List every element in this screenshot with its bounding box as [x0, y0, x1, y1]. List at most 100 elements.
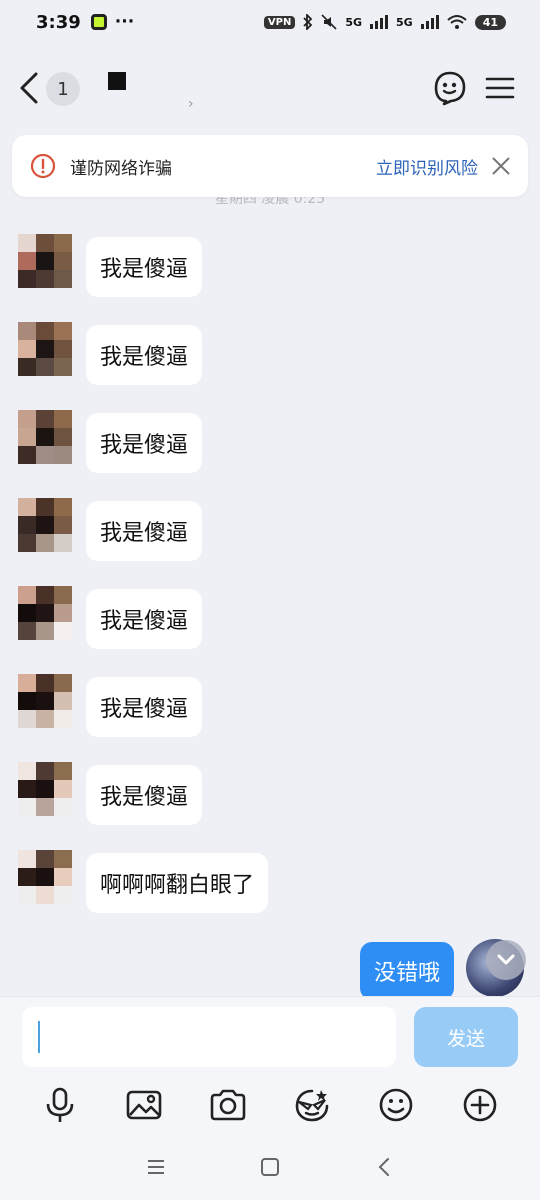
composer: 发送	[0, 996, 540, 1200]
message-input[interactable]	[22, 1007, 396, 1067]
back-icon[interactable]	[16, 70, 44, 106]
avatar-pixel	[54, 410, 72, 428]
avatar-pixel	[18, 358, 36, 376]
status-icons: VPN 5G 5G 41	[263, 14, 506, 30]
avatar-pixel	[36, 516, 54, 534]
avatar-pixel	[54, 234, 72, 252]
message-row: 我是傻逼	[18, 762, 203, 825]
message-bubble[interactable]: 我是傻逼	[86, 325, 203, 385]
message-row: 啊啊啊翻白眼了	[18, 850, 269, 913]
battery-icon: 41	[474, 14, 506, 30]
face-icon[interactable]	[432, 70, 468, 106]
signal-icon-2	[420, 15, 439, 29]
avatar-pixel	[18, 428, 36, 446]
message-row: 我是傻逼	[18, 674, 203, 737]
avatar-pixel	[18, 798, 36, 816]
message-bubble[interactable]: 我是傻逼	[86, 765, 203, 825]
more-notifications: ···	[114, 12, 135, 32]
avatar-pixel	[36, 886, 54, 904]
avatar-pixel	[18, 692, 36, 710]
avatar-pixel	[18, 516, 36, 534]
avatar-pixel	[54, 710, 72, 728]
avatar-pixel	[36, 252, 54, 270]
menu-icon[interactable]	[482, 70, 518, 106]
nav-back-icon[interactable]	[373, 1156, 395, 1178]
avatar[interactable]	[18, 410, 72, 464]
avatar-pixel	[54, 428, 72, 446]
message-row: 我是傻逼	[18, 498, 203, 561]
avatar-pixel	[54, 762, 72, 780]
mute-icon	[321, 14, 337, 30]
avatar-pixel	[36, 692, 54, 710]
signal-icon	[370, 15, 388, 29]
avatar[interactable]	[18, 322, 72, 376]
avatar-pixel	[36, 322, 54, 340]
home-icon[interactable]	[259, 1156, 281, 1178]
avatar-pixel	[18, 604, 36, 622]
avatar-pixel	[18, 534, 36, 552]
chat-subtitle-chevron[interactable]: ›	[188, 96, 194, 112]
avatar-pixel	[54, 886, 72, 904]
avatar-pixel	[18, 446, 36, 464]
microphone-icon[interactable]	[40, 1085, 80, 1125]
wifi-icon	[447, 15, 467, 29]
identify-risk-link[interactable]: 立即识别风险	[376, 154, 478, 179]
scroll-to-bottom-button[interactable]	[486, 940, 526, 980]
avatar-pixel	[54, 534, 72, 552]
avatar-pixel	[36, 762, 54, 780]
status-bar: 3:39 ··· VPN 5G 5G 41	[0, 0, 540, 44]
avatar[interactable]	[18, 674, 72, 728]
avatar-pixel	[54, 516, 72, 534]
avatar-pixel	[54, 586, 72, 604]
message-bubble[interactable]: 啊啊啊翻白眼了	[86, 853, 269, 913]
send-button[interactable]: 发送	[414, 1007, 518, 1067]
avatar[interactable]	[18, 498, 72, 552]
recent-apps-icon[interactable]	[145, 1157, 167, 1177]
message-bubble[interactable]: 我是傻逼	[86, 677, 203, 737]
avatar[interactable]	[18, 586, 72, 640]
app-indicator-icon	[90, 14, 107, 30]
chat-title[interactable]	[108, 72, 126, 90]
unread-badge[interactable]: 1	[46, 72, 80, 106]
avatar-pixel	[36, 358, 54, 376]
avatar[interactable]	[18, 850, 72, 904]
avatar-pixel	[54, 252, 72, 270]
avatar-pixel	[18, 868, 36, 886]
avatar-pixel	[36, 428, 54, 446]
avatar-pixel	[36, 340, 54, 358]
chat-header: 1 ›	[0, 60, 540, 120]
network-type-1: 5G	[345, 15, 362, 29]
plus-icon[interactable]	[460, 1085, 500, 1125]
message-bubble[interactable]: 我是傻逼	[86, 413, 203, 473]
message-bubble[interactable]: 我是傻逼	[86, 501, 203, 561]
sticker-icon[interactable]	[292, 1085, 332, 1125]
image-icon[interactable]	[124, 1085, 164, 1125]
avatar-pixel	[36, 622, 54, 640]
avatar-pixel	[18, 710, 36, 728]
avatar-pixel	[54, 340, 72, 358]
avatar-pixel	[18, 410, 36, 428]
avatar-pixel	[54, 322, 72, 340]
avatar-pixel	[18, 498, 36, 516]
chevron-down-icon	[497, 954, 515, 965]
avatar-pixel	[18, 762, 36, 780]
warning-icon	[30, 153, 56, 179]
message-bubble[interactable]: 我是傻逼	[86, 237, 203, 297]
camera-icon[interactable]	[208, 1085, 248, 1125]
avatar-pixel	[36, 604, 54, 622]
close-icon[interactable]	[490, 155, 512, 177]
avatar-pixel	[36, 710, 54, 728]
warning-text: 谨防网络诈骗	[70, 158, 172, 179]
message-row: 我是傻逼	[18, 322, 203, 385]
vpn-badge: VPN	[263, 15, 296, 29]
avatar-pixel	[36, 780, 54, 798]
system-nav-bar	[0, 1147, 540, 1187]
avatar-pixel	[54, 622, 72, 640]
avatar[interactable]	[18, 762, 72, 816]
avatar-pixel	[54, 868, 72, 886]
avatar[interactable]	[18, 234, 72, 288]
my-message-bubble[interactable]: 没错哦	[359, 942, 454, 1000]
emoji-icon[interactable]	[376, 1085, 416, 1125]
message-bubble[interactable]: 我是傻逼	[86, 589, 203, 649]
avatar-pixel	[54, 674, 72, 692]
